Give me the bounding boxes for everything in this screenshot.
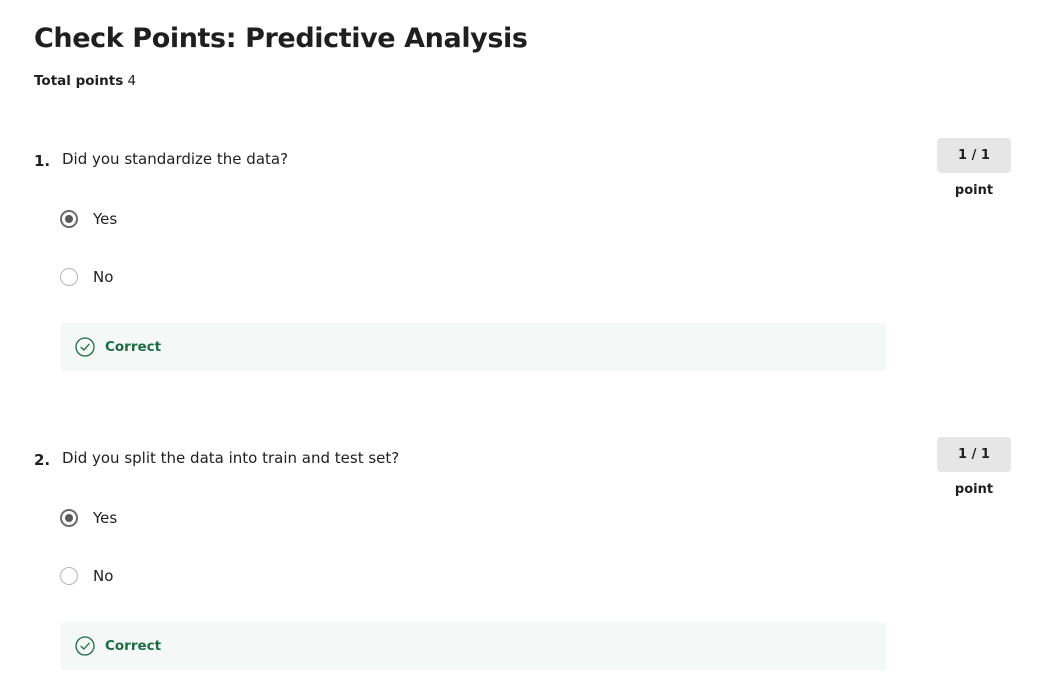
feedback-correct: Correct: [61, 622, 886, 670]
question-text: Did you standardize the data?: [62, 150, 289, 168]
page-title: Check Points: Predictive Analysis: [34, 23, 528, 54]
radio-selected-icon[interactable]: [60, 210, 78, 228]
feedback-correct: Correct: [61, 323, 886, 371]
feedback-text: Correct: [105, 638, 162, 654]
total-points-label: Total points: [34, 73, 124, 89]
radio-unselected-icon[interactable]: [60, 268, 78, 286]
points-badge: 1 / 1 point: [937, 138, 1011, 198]
question-text: Did you split the data into train and te…: [62, 449, 400, 467]
option-label: Yes: [93, 509, 118, 527]
feedback-text: Correct: [105, 339, 162, 355]
radio-unselected-icon[interactable]: [60, 567, 78, 585]
points-badge: 1 / 1 point: [937, 437, 1011, 497]
option-label: No: [93, 268, 114, 286]
option-label: Yes: [93, 210, 118, 228]
option-label: No: [93, 567, 114, 585]
check-circle-icon: [75, 636, 95, 656]
total-points: Total points 4: [34, 72, 136, 90]
check-circle-icon: [75, 337, 95, 357]
question-number: 2.: [34, 451, 51, 469]
radio-selected-icon[interactable]: [60, 509, 78, 527]
question-number: 1.: [34, 152, 51, 170]
total-points-value: 4: [127, 73, 137, 89]
